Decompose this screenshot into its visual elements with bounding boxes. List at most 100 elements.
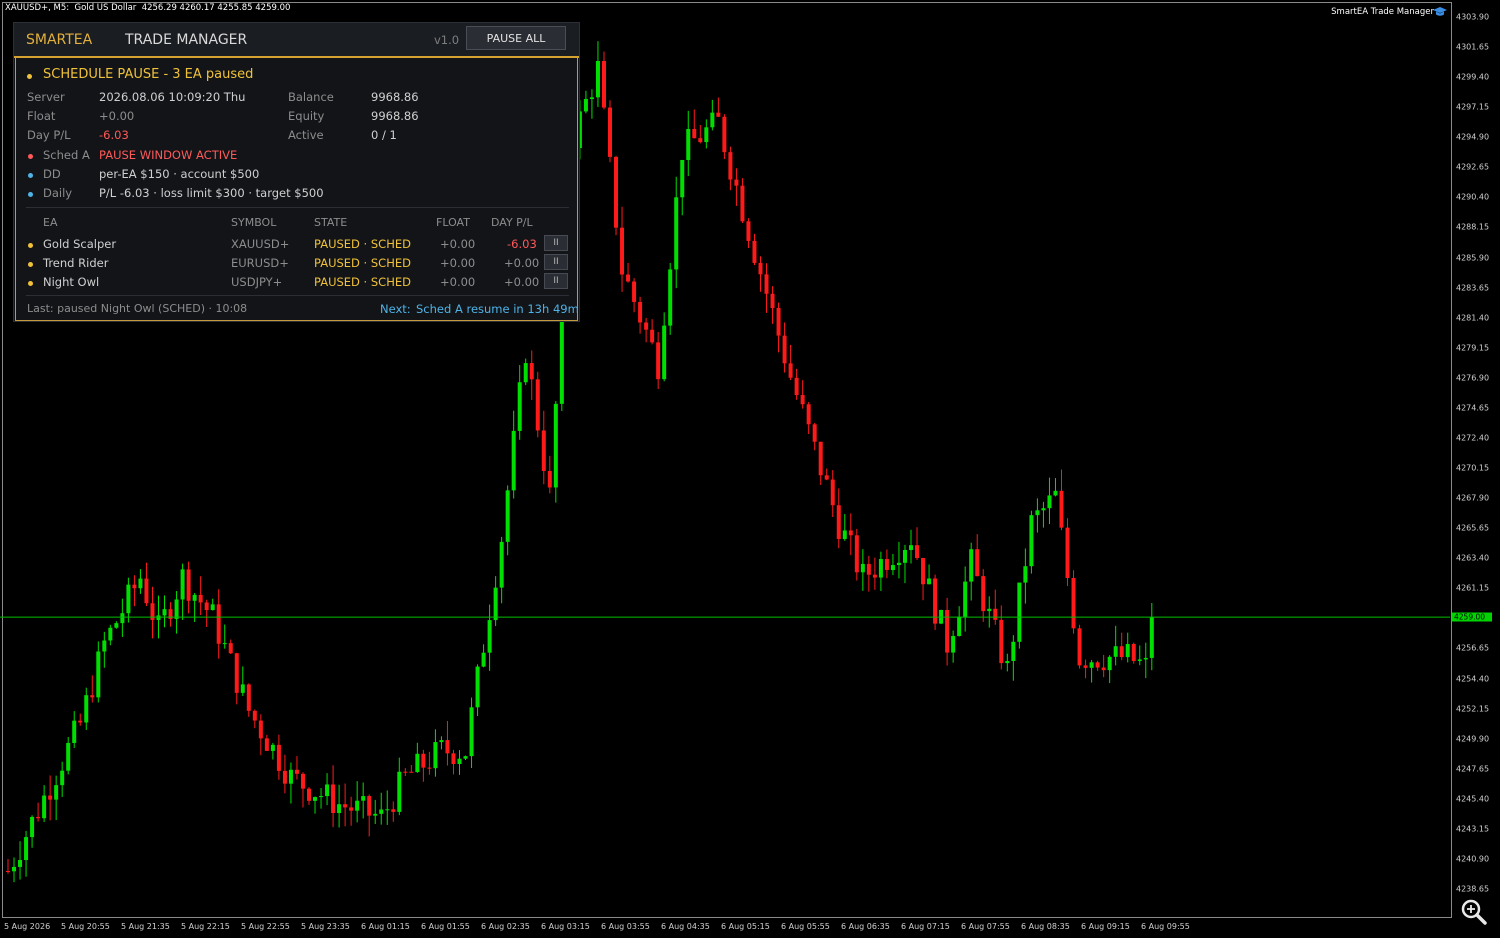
bull-candle	[1017, 582, 1022, 642]
bear-candle	[776, 307, 781, 336]
bull-candle	[433, 742, 438, 769]
bull-candle	[517, 382, 522, 431]
bear-candle	[981, 576, 986, 612]
row-status-dot	[28, 243, 33, 248]
bear-candle	[535, 379, 540, 431]
panel-title: TRADE MANAGER	[125, 32, 248, 48]
price-tick: 4279.15	[1456, 343, 1490, 353]
row-state: PAUSED · SCHED	[314, 275, 411, 289]
bear-candle	[620, 227, 625, 275]
bear-candle	[728, 152, 733, 180]
bear-candle	[999, 619, 1004, 664]
price-tick: 4243.15	[1456, 824, 1490, 834]
bear-candle	[36, 816, 41, 819]
bull-candle	[957, 616, 962, 636]
col-state: STATE	[314, 216, 348, 229]
bear-candle	[650, 329, 655, 343]
bear-candle	[848, 530, 853, 536]
bull-candle	[493, 587, 498, 621]
col-symbol: SYMBOL	[231, 216, 277, 229]
bear-candle	[427, 767, 432, 769]
bull-candle	[969, 549, 974, 582]
bull-candle	[126, 584, 131, 614]
bull-candle	[162, 609, 167, 616]
daily-value: P/L -6.03 · loss limit $300 · target $50…	[99, 186, 324, 200]
bear-candle	[866, 563, 871, 575]
dd-label: DD	[43, 167, 61, 181]
bull-candle	[842, 530, 847, 540]
daypl-label: Day P/L	[27, 128, 71, 142]
pause-all-button[interactable]: PAUSE ALL	[466, 26, 566, 50]
bear-candle	[409, 771, 414, 773]
bull-candle	[860, 563, 865, 573]
bull-candle	[1005, 660, 1010, 664]
bull-candle	[288, 769, 293, 784]
row-symbol: XAUUSD+	[231, 237, 290, 251]
active-value: 0 / 1	[371, 128, 397, 142]
price-tick: 4263.40	[1456, 553, 1490, 563]
version-label: v1.0	[434, 33, 460, 47]
bull-candle	[710, 112, 715, 128]
bear-candle	[975, 549, 980, 577]
bull-candle	[1029, 515, 1034, 567]
bull-candle	[102, 640, 107, 652]
bear-candle	[132, 584, 137, 589]
bull-candle	[96, 651, 101, 698]
bear-candle	[144, 578, 149, 604]
sched-value: PAUSE WINDOW ACTIVE	[99, 148, 238, 162]
time-tick: 6 Aug 07:15	[901, 922, 950, 931]
bear-candle	[228, 643, 233, 654]
bull-candle	[313, 797, 318, 801]
time-tick: 6 Aug 05:55	[781, 922, 830, 931]
brand-logo: SMARTEA	[26, 32, 93, 48]
bull-candle	[1137, 659, 1142, 662]
bull-candle	[909, 545, 913, 550]
daily-label: Daily	[43, 186, 73, 200]
balance-label: Balance	[288, 90, 334, 104]
bear-candle	[614, 156, 619, 228]
divider	[26, 295, 569, 296]
time-tick: 6 Aug 08:35	[1021, 922, 1070, 931]
bear-candle	[367, 796, 372, 816]
symbol-info: XAUUSD+, M5: Gold US Dollar 4256.29 4260…	[5, 3, 291, 13]
bear-candle	[204, 602, 209, 611]
status-dot	[27, 74, 32, 79]
row-pause-button[interactable]: II	[544, 273, 568, 289]
row-daypl: +0.00	[504, 256, 540, 270]
price-tick: 4281.40	[1456, 313, 1490, 323]
bear-candle	[300, 773, 305, 789]
bull-candle	[686, 128, 691, 160]
price-tick: 4261.15	[1456, 583, 1490, 593]
row-pause-button[interactable]: II	[544, 254, 568, 270]
bear-candle	[391, 809, 396, 812]
bull-candle	[475, 666, 480, 708]
bull-candle	[54, 785, 59, 800]
bull-candle	[890, 565, 895, 571]
bear-candle	[945, 609, 950, 653]
bear-candle	[692, 128, 697, 139]
trade-manager-panel: SMARTEA TRADE MANAGER v1.0 PAUSE ALL SCH…	[13, 22, 580, 322]
bull-candle	[662, 325, 667, 380]
row-pause-button[interactable]: II	[544, 235, 568, 251]
bull-candle	[439, 740, 444, 743]
bear-candle	[770, 293, 775, 308]
bull-candle	[463, 756, 468, 759]
price-tick: 4288.15	[1456, 222, 1490, 232]
bear-candle	[198, 594, 203, 603]
row-float: +0.00	[440, 256, 476, 270]
bull-candle	[1047, 495, 1052, 509]
dd-dot	[28, 173, 33, 178]
price-tick: 4276.90	[1456, 373, 1490, 383]
bull-candle	[120, 613, 125, 624]
bull-candle	[319, 796, 324, 798]
row-ea: Night Owl	[43, 275, 100, 289]
balance-value: 9968.86	[371, 90, 419, 104]
bear-candle	[216, 604, 221, 644]
time-tick: 6 Aug 09:55	[1141, 922, 1190, 931]
bull-candle	[397, 771, 402, 812]
row-ea: Gold Scalper	[43, 237, 117, 251]
price-tick: 4254.40	[1456, 674, 1490, 684]
magnifier-icon[interactable]	[1458, 897, 1488, 927]
time-tick: 6 Aug 09:15	[1081, 922, 1130, 931]
price-tick: 4256.65	[1456, 643, 1490, 653]
